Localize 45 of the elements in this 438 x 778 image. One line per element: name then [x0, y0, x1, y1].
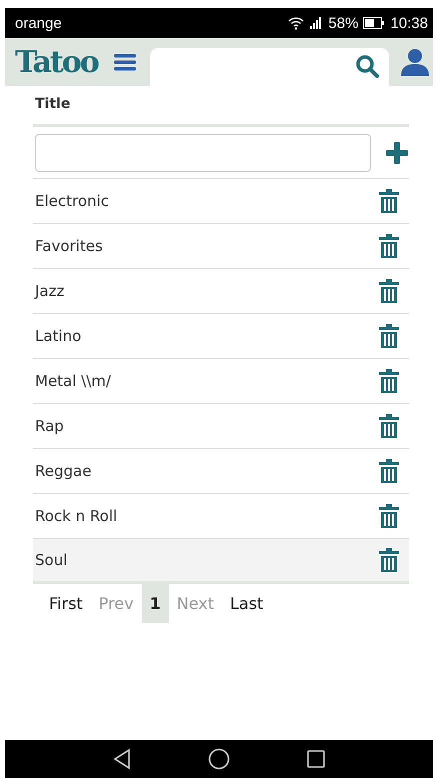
row-title: Soul	[35, 551, 68, 569]
title-input[interactable]	[35, 134, 371, 172]
trash-icon[interactable]	[379, 324, 399, 348]
back-icon[interactable]	[112, 748, 132, 770]
trash-icon[interactable]	[379, 459, 399, 483]
column-header: Title	[33, 86, 409, 127]
trash-icon[interactable]	[379, 369, 399, 393]
trash-icon[interactable]	[379, 189, 399, 213]
menu-icon[interactable]	[114, 53, 136, 71]
list-row[interactable]: Metal \\m/	[33, 359, 409, 404]
signal-icon	[309, 16, 324, 30]
carrier-name: orange	[15, 14, 62, 32]
list-row[interactable]: Favorites	[33, 224, 409, 269]
battery-percent: 58%	[328, 14, 358, 32]
trash-icon[interactable]	[379, 414, 399, 438]
row-title: Rock n Roll	[35, 507, 118, 525]
trash-icon[interactable]	[379, 279, 399, 303]
list-row[interactable]: Rap	[33, 404, 409, 449]
list-row[interactable]: Reggae	[33, 449, 409, 494]
page-link[interactable]: Last	[222, 584, 272, 623]
row-title: Metal \\m/	[35, 372, 111, 390]
search-icon[interactable]	[355, 54, 381, 80]
row-title: Favorites	[35, 237, 103, 255]
row-title: Latino	[35, 327, 82, 345]
recents-icon[interactable]	[306, 749, 326, 769]
row-title: Jazz	[35, 282, 64, 300]
row-title: Electronic	[35, 192, 109, 210]
list-row[interactable]: Soul	[33, 539, 409, 584]
list-row[interactable]: Latino	[33, 314, 409, 359]
page-link[interactable]: First	[41, 584, 91, 623]
wifi-icon	[288, 16, 304, 30]
list-row[interactable]: Jazz	[33, 269, 409, 314]
clock: 10:38	[390, 14, 428, 32]
trash-icon[interactable]	[379, 234, 399, 258]
home-icon[interactable]	[208, 748, 230, 770]
page-link[interactable]: 1	[142, 584, 169, 623]
row-title: Reggae	[35, 462, 92, 480]
add-icon[interactable]	[385, 141, 409, 165]
list-row[interactable]: Electronic	[33, 179, 409, 224]
battery-icon	[363, 17, 386, 29]
row-title: Rap	[35, 417, 64, 435]
trash-icon[interactable]	[379, 548, 399, 572]
trash-icon[interactable]	[379, 504, 399, 528]
user-icon[interactable]	[401, 48, 429, 76]
logo[interactable]: Tatoo	[15, 44, 98, 80]
